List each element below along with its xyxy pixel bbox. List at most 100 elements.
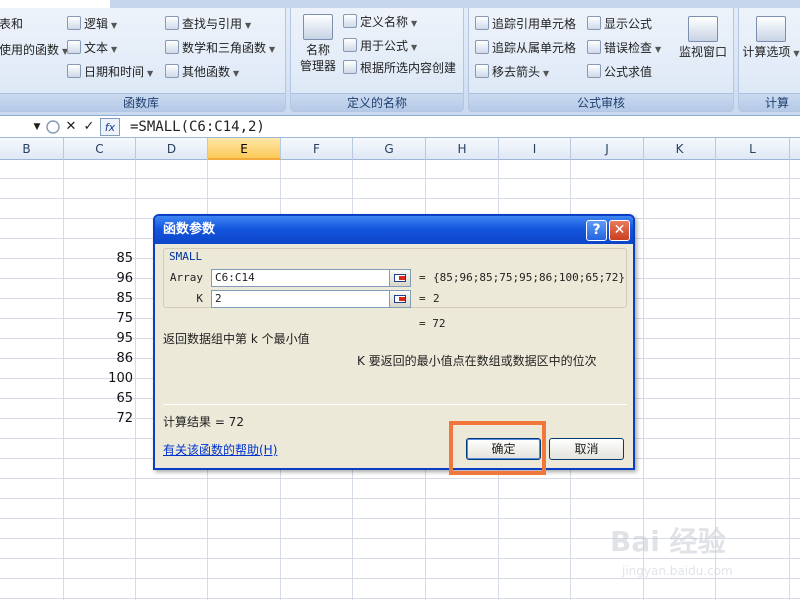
cancel-button[interactable]: 取消 (549, 438, 624, 460)
cancel-entry-icon[interactable]: ✕ (62, 118, 80, 136)
create-from-selection-button[interactable]: 根据所选内容创建 (343, 58, 456, 78)
name-manager-label-2: 管理器 (299, 59, 336, 73)
array-collapse-icon[interactable] (389, 269, 411, 287)
error-checking-label: 错误检查 (604, 41, 653, 55)
trace-precedents-icon (475, 16, 489, 30)
column-header-b[interactable]: B (0, 138, 64, 160)
gridline (0, 178, 800, 179)
remove-arrows-icon (475, 64, 489, 78)
chevron-down-icon: ▼ (269, 45, 276, 54)
lookup-icon (165, 16, 179, 30)
datetime-button[interactable]: 日期和时间 ▼ (67, 62, 153, 82)
show-formulas-button[interactable]: 显示公式 (587, 14, 652, 34)
define-name-button[interactable]: 定义名称 ▼ (343, 12, 417, 32)
ref-arrow (399, 297, 405, 301)
cell-c12[interactable]: 100 (63, 369, 133, 389)
cell-c9[interactable]: 75 (63, 309, 133, 329)
calc-options-button[interactable]: 计算选项 ▼ (741, 16, 800, 62)
chevron-down-icon: ▼ (245, 21, 252, 30)
ribbon-tab-strip (0, 0, 800, 8)
error-checking-button[interactable]: 错误检查 ▼ (587, 38, 661, 58)
array-arg-value: {85;96;85;75;95;86;100;65;72} (433, 271, 626, 284)
enter-check-icon[interactable]: ✓ (80, 118, 98, 136)
function-library-group: 表和 使用的函数 ▼ 逻辑 ▼ 文本 ▼ 日期和时间 ▼ 查找与引用 ▼ 数学和三角函数 ▼… (0, 8, 286, 112)
column-headers: B C D E F G H I J K L (0, 138, 800, 160)
chevron-down-icon: ▼ (111, 21, 118, 30)
column-header-j[interactable]: J (571, 138, 644, 160)
function-help-link[interactable]: 有关该函数的帮助(H) (163, 442, 277, 458)
recent-functions-label: 使用的函数 (0, 43, 60, 57)
formula-auditing-group: 追踪引用单元格 追踪从属单元格 移去箭头 ▼ 显示公式 错误检查 ▼ 公式求值 监视… (468, 8, 734, 112)
math-button[interactable]: 数学和三角函数 ▼ (165, 38, 275, 58)
column-header-f[interactable]: F (281, 138, 353, 160)
chevron-down-icon: ▼ (147, 69, 154, 78)
k-arg-label: K (196, 292, 203, 305)
dialog-titlebar[interactable]: 函数参数 ? ✕ (155, 216, 633, 244)
name-manager-label-1: 名称 (305, 43, 330, 57)
watermark-url: jingyan.baidu.com (622, 564, 733, 578)
trace-dependents-button[interactable]: 追踪从属单元格 (475, 38, 576, 58)
cell-c7[interactable]: 96 (63, 269, 133, 289)
column-header-c[interactable]: C (64, 138, 136, 160)
argument-description: K 要返回的最小值点在数组或数据区中的位次 (357, 354, 597, 368)
trace-dependents-icon (475, 40, 489, 54)
watermark-logo: Bai 经验 (610, 525, 726, 558)
gridline (0, 198, 800, 199)
evaluate-formula-button[interactable]: 公式求值 (587, 62, 652, 82)
cell-c10[interactable]: 95 (63, 329, 133, 349)
ok-highlight-annotation (449, 421, 546, 475)
calc-options-label: 计算选项 (742, 45, 791, 59)
chevron-down-icon: ▼ (543, 69, 550, 78)
chevron-down-icon: ▼ (793, 49, 800, 58)
autosum-partial-label[interactable]: 表和 (0, 14, 23, 34)
ribbon-active-tab[interactable] (0, 0, 110, 8)
watch-window-label: 监视窗口 (678, 45, 727, 59)
use-in-formula-button[interactable]: 用于公式 ▼ (343, 36, 417, 56)
calculation-group: 计算选项 ▼ 计算 (738, 8, 800, 112)
cell-c11[interactable]: 86 (63, 349, 133, 369)
create-from-selection-icon (343, 60, 357, 74)
chevron-down-icon: ▼ (111, 45, 118, 54)
column-header-e[interactable]: E (208, 138, 281, 160)
array-arg-input[interactable]: C6:C14 (211, 269, 411, 287)
other-functions-label: 其他函数 (182, 65, 231, 79)
name-manager-button[interactable]: 名称 管理器 (295, 14, 341, 74)
k-arg-input[interactable]: 2 (211, 290, 411, 308)
function-name: SMALL (167, 250, 205, 264)
cell-c6[interactable]: 85 (63, 249, 133, 269)
cell-c14[interactable]: 72 (63, 409, 133, 429)
logic-button[interactable]: 逻辑 ▼ (67, 14, 117, 34)
column-header-k[interactable]: K (644, 138, 716, 160)
formula-bar-divider-icon (44, 118, 62, 136)
remove-arrows-button[interactable]: 移去箭头 ▼ (475, 62, 549, 82)
recent-functions-partial[interactable]: 使用的函数 ▼ (0, 40, 68, 60)
insert-function-icon[interactable]: fx (100, 118, 120, 136)
function-description: 返回数据组中第 k 个最小值 (163, 332, 310, 346)
defined-names-group: 名称 管理器 定义名称 ▼ 用于公式 ▼ 根据所选内容创建 定义的名称 (290, 8, 464, 112)
formula-auditing-label: 公式审核 (469, 93, 733, 111)
name-manager-icon (303, 14, 333, 40)
cell-c8[interactable]: 85 (63, 289, 133, 309)
other-functions-button[interactable]: 其他函数 ▼ (165, 62, 239, 82)
column-header-l[interactable]: L (716, 138, 790, 160)
math-label: 数学和三角函数 (182, 41, 267, 55)
function-library-label: 函数库 (0, 93, 285, 111)
error-check-icon (587, 40, 601, 54)
watch-window-button[interactable]: 监视窗口 (675, 16, 731, 60)
dialog-title: 函数参数 (163, 222, 216, 237)
column-header-i[interactable]: I (499, 138, 571, 160)
trace-precedents-button[interactable]: 追踪引用单元格 (475, 14, 576, 34)
lookup-label: 查找与引用 (182, 17, 243, 31)
column-header-d[interactable]: D (136, 138, 208, 160)
calc-result: 计算结果 = 72 (163, 415, 244, 429)
column-header-h[interactable]: H (426, 138, 499, 160)
chevron-down-icon: ▼ (233, 69, 240, 78)
k-collapse-icon[interactable] (389, 290, 411, 308)
formula-text[interactable]: =SMALL(C6:C14,2) (130, 118, 265, 136)
lookup-button[interactable]: 查找与引用 ▼ (165, 14, 251, 34)
column-header-g[interactable]: G (353, 138, 426, 160)
cell-c13[interactable]: 65 (63, 389, 133, 409)
help-icon[interactable]: ? (586, 220, 607, 241)
text-button[interactable]: 文本 ▼ (67, 38, 117, 58)
close-icon[interactable]: ✕ (609, 220, 630, 241)
